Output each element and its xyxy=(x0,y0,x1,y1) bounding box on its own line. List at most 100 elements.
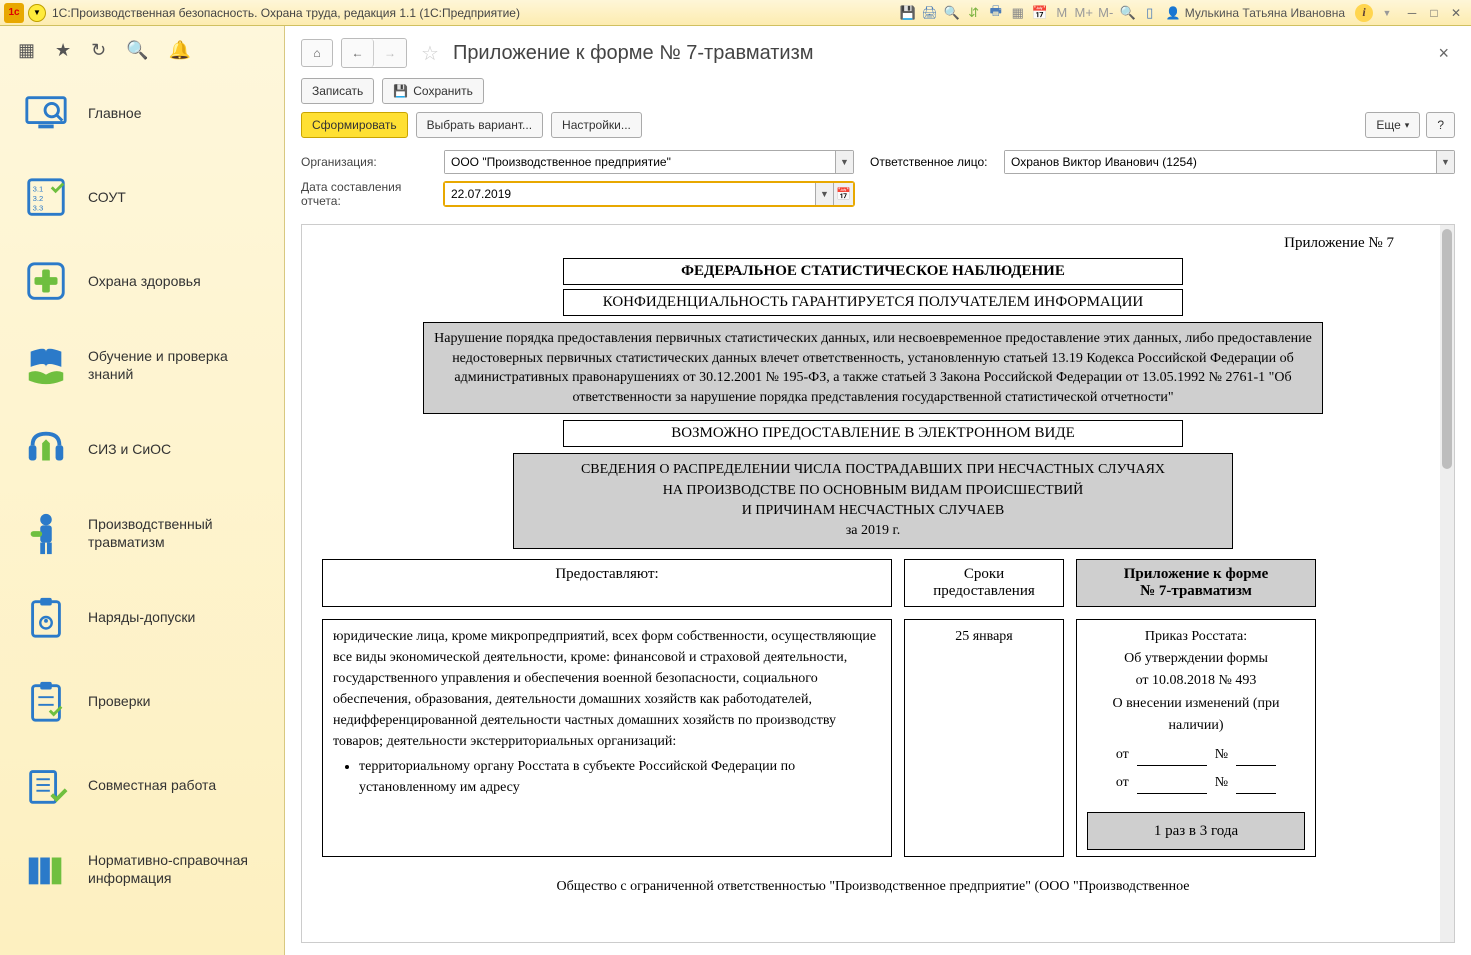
sidebar-item-nsi[interactable]: Нормативно-справочная информация xyxy=(0,827,284,911)
svg-text:3.3: 3.3 xyxy=(33,203,44,212)
titlebar-icons: 💾 🖨 🔍 ⇵ 🖶 ▦ 📅 M M+ M- 🔍 ▯ xyxy=(898,3,1160,23)
ppe-icon xyxy=(23,426,69,472)
sidebar-item-sout[interactable]: 3.13.23.3 СОУТ xyxy=(0,155,284,239)
folders-icon xyxy=(23,846,69,892)
sidebar-item-label: Производственный травматизм xyxy=(88,515,266,551)
svg-text:3.1: 3.1 xyxy=(33,184,44,193)
zoom-in-icon[interactable]: 🔍 xyxy=(1118,3,1138,23)
sidebar-item-label: Главное xyxy=(88,104,142,122)
org-input[interactable] xyxy=(445,151,835,173)
history-icon[interactable]: ↻ xyxy=(91,40,106,61)
save-button[interactable]: 💾Сохранить xyxy=(382,78,484,104)
date-input[interactable] xyxy=(445,183,815,205)
minimize-button[interactable]: ─ xyxy=(1401,4,1423,22)
home-button[interactable]: ⌂ xyxy=(301,39,333,67)
m-plus-icon[interactable]: M+ xyxy=(1074,3,1094,23)
calendar-icon[interactable]: 📅 xyxy=(1030,3,1050,23)
app-menu-dropdown[interactable]: ▼ xyxy=(28,4,46,22)
titlebar: 1c ▼ 1С:Производственная безопасность. О… xyxy=(0,0,1471,26)
page-header: ⌂ ← → ☆ Приложение к форме № 7-травматиз… xyxy=(285,26,1471,74)
user-icon: 👤 xyxy=(1166,6,1181,20)
maximize-button[interactable]: □ xyxy=(1423,4,1445,22)
grid-col2-body: 25 января xyxy=(904,619,1064,858)
info-icon[interactable]: i xyxy=(1355,4,1373,22)
sidebar-item-label: Наряды-допуски xyxy=(88,608,195,626)
chevron-down-icon[interactable]: ▼ xyxy=(815,183,833,205)
calc-icon[interactable]: ▦ xyxy=(1008,3,1028,23)
report-viewport[interactable]: Приложение № 7 ФЕДЕРАЛЬНОЕ СТАТИСТИЧЕСКО… xyxy=(301,224,1455,943)
scrollbar-thumb[interactable] xyxy=(1442,229,1452,469)
grid-col1-body: юридические лица, кроме микропредприятий… xyxy=(322,619,892,858)
checklist-icon: 3.13.23.3 xyxy=(23,174,69,220)
sidebar-item-health[interactable]: Охрана здоровья xyxy=(0,239,284,323)
calendar-icon[interactable]: 📅 xyxy=(833,183,853,205)
sidebar-item-label: Нормативно-справочная информация xyxy=(88,851,266,887)
apps-grid-icon[interactable]: ▦ xyxy=(18,40,35,61)
close-tab-button[interactable]: × xyxy=(1432,43,1455,64)
sidebar-item-collab[interactable]: Совместная работа xyxy=(0,743,284,827)
favorite-star-icon[interactable]: ☆ xyxy=(421,41,439,66)
select-variant-button[interactable]: Выбрать вариант... xyxy=(416,112,543,138)
print2-icon[interactable]: 🖶 xyxy=(986,3,1006,23)
page-title: Приложение к форме № 7-травматизм xyxy=(453,42,814,65)
sidebar-item-label: СИЗ и СиОС xyxy=(88,440,171,458)
print-icon[interactable]: 🖨 xyxy=(920,3,940,23)
toolbar-row-1: Записать 💾Сохранить xyxy=(285,74,1471,108)
save-disk-icon[interactable]: 💾 xyxy=(898,3,918,23)
appendix-label: Приложение № 7 xyxy=(312,235,1434,252)
date-field[interactable]: ▼ 📅 xyxy=(444,182,854,206)
chevron-down-icon[interactable]: ▼ xyxy=(835,151,853,173)
sidebar-item-main[interactable]: Главное xyxy=(0,71,284,155)
report-eform: ВОЗМОЖНО ПРЕДОСТАВЛЕНИЕ В ЭЛЕКТРОННОМ ВИ… xyxy=(563,420,1183,447)
report-heading-2: КОНФИДЕНЦИАЛЬНОСТЬ ГАРАНТИРУЕТСЯ ПОЛУЧАТ… xyxy=(563,289,1183,316)
preview-icon[interactable]: 🔍 xyxy=(942,3,962,23)
grid-col1-head: Предоставляют: xyxy=(322,559,892,607)
star-icon[interactable]: ★ xyxy=(55,40,71,61)
more-button[interactable]: Еще▾ xyxy=(1365,112,1420,138)
record-button[interactable]: Записать xyxy=(301,78,374,104)
app-logo-icon: 1c xyxy=(4,3,24,23)
sidebar-toolbar: ▦ ★ ↻ 🔍 🔔 xyxy=(0,26,284,71)
injury-icon xyxy=(23,510,69,556)
resp-select[interactable]: ▼ xyxy=(1004,150,1455,174)
dropdown-caret-icon[interactable]: ▼ xyxy=(1377,3,1397,23)
settings-button[interactable]: Настройки... xyxy=(551,112,642,138)
m-minus-icon[interactable]: M- xyxy=(1096,3,1116,23)
checks-icon xyxy=(23,678,69,724)
panels-icon[interactable]: ▯ xyxy=(1140,3,1160,23)
sidebar-item-permits[interactable]: Наряды-допуски xyxy=(0,575,284,659)
sidebar-item-label: Совместная работа xyxy=(88,776,216,794)
grid-col3-body: Приказ Росстата: Об утверждении формы от… xyxy=(1076,619,1316,858)
sidebar-item-checks[interactable]: Проверки xyxy=(0,659,284,743)
m-icon[interactable]: M xyxy=(1052,3,1072,23)
clipboard-icon xyxy=(23,594,69,640)
bell-icon[interactable]: 🔔 xyxy=(169,40,191,61)
vertical-scrollbar[interactable] xyxy=(1440,225,1454,942)
grid-col3-head: Приложение к форме № 7-травматизм xyxy=(1076,559,1316,607)
sidebar-item-training[interactable]: Обучение и проверка знаний xyxy=(0,323,284,407)
forward-button[interactable]: → xyxy=(374,39,406,67)
sidebar-item-siz[interactable]: СИЗ и СиОС xyxy=(0,407,284,491)
resp-input[interactable] xyxy=(1005,151,1436,173)
org-select[interactable]: ▼ xyxy=(444,150,854,174)
help-button[interactable]: ? xyxy=(1426,112,1455,138)
generate-button[interactable]: Сформировать xyxy=(301,112,408,138)
sidebar-item-injury[interactable]: Производственный травматизм xyxy=(0,491,284,575)
sidebar-item-label: Охрана здоровья xyxy=(88,272,201,290)
sidebar-item-label: СОУТ xyxy=(88,188,126,206)
back-button[interactable]: ← xyxy=(342,39,374,67)
report-warning: Нарушение порядка предоставления первичн… xyxy=(423,322,1323,414)
chevron-down-icon[interactable]: ▼ xyxy=(1436,151,1454,173)
report-info: СВЕДЕНИЯ О РАСПРЕДЕЛЕНИИ ЧИСЛА ПОСТРАДАВ… xyxy=(513,453,1233,548)
current-user[interactable]: 👤 Мулькина Татьяна Ивановна xyxy=(1166,6,1345,20)
filters: Организация: ▼ Ответственное лицо: ▼ Дат… xyxy=(285,146,1471,224)
report-grid: Предоставляют: Сроки предоставления Прил… xyxy=(322,559,1424,858)
grid-col2-head: Сроки предоставления xyxy=(904,559,1064,607)
close-window-button[interactable]: ✕ xyxy=(1445,4,1467,22)
floppy-icon: 💾 xyxy=(393,84,408,98)
org-full-name: Общество с ограниченной ответственностью… xyxy=(312,879,1434,895)
search-icon[interactable]: 🔍 xyxy=(126,40,148,61)
compare-icon[interactable]: ⇵ xyxy=(964,3,984,23)
date-label: Дата составления отчета: xyxy=(301,180,436,208)
frequency-box: 1 раз в 3 года xyxy=(1087,812,1305,850)
